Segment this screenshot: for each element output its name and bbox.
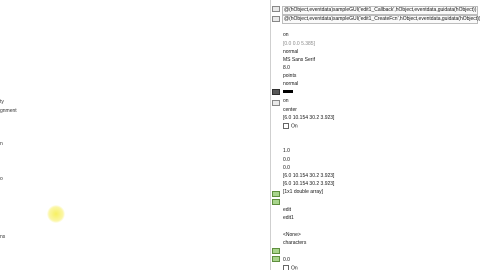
visible-row[interactable]: On [283, 265, 480, 270]
edit-callback-icon[interactable] [272, 16, 280, 22]
checkbox-label: On [291, 123, 298, 130]
property-icon-column [271, 0, 281, 270]
visible-checkbox[interactable] [283, 265, 289, 270]
property-label: ns [0, 234, 6, 240]
position-value[interactable]: [6.0 10.154 30.2 3.923] [283, 181, 480, 188]
fontangle-value[interactable]: normal [283, 49, 480, 56]
checkbox-label: On [291, 265, 298, 270]
array-editor-icon[interactable] [272, 248, 280, 254]
createfcn-value[interactable]: @(hObject,eventdata)sampleGUI('edit1_Cre… [282, 15, 480, 24]
tooltip-value[interactable]: <None> [283, 232, 480, 239]
horizontalalignment-value[interactable]: center [283, 107, 480, 114]
property-value-column: @(hObject,eventdata)sampleGUI('edit1_Cal… [281, 0, 480, 270]
callback-value[interactable]: @(hObject,eventdata)sampleGUI('edit1_Cal… [282, 6, 478, 15]
foreground-color-value[interactable] [283, 89, 480, 96]
property-label: ty [0, 99, 4, 105]
property-name-column: ty gnment n o ns [0, 0, 270, 270]
extent-value: [0.0 0.0 5.385] [283, 41, 315, 47]
tag-value[interactable]: edit1 [283, 215, 480, 222]
enable-value[interactable]: on [283, 32, 480, 39]
color-picker-icon[interactable] [272, 89, 280, 95]
mouse-cursor-highlight [47, 205, 65, 223]
property-label: gnment [0, 108, 17, 114]
sliderstep-value[interactable]: [1x1 double array] [283, 189, 480, 196]
property-label: o [0, 176, 3, 182]
min-value[interactable]: 0.0 [283, 157, 480, 164]
color-swatch [283, 90, 293, 94]
array-editor-icon[interactable] [272, 191, 280, 197]
other-value[interactable]: 0.0 [283, 165, 480, 172]
units-value[interactable]: characters [283, 240, 480, 247]
max-value[interactable]: 1.0 [283, 148, 480, 155]
handlevisibility-value[interactable]: on [283, 98, 480, 105]
interruptible-checkbox[interactable] [283, 123, 289, 129]
fontsize-value[interactable]: 8.0 [283, 65, 480, 72]
value-value[interactable]: 0.0 [283, 257, 480, 264]
fontname-value[interactable]: MS Sans Serif [283, 57, 480, 64]
outerposition-value[interactable]: [6.0 10.154 30.2 3.923] [283, 173, 480, 180]
fontunits-value[interactable]: points [283, 73, 480, 80]
array-editor-icon[interactable] [272, 256, 280, 262]
fontweight-value[interactable]: normal [283, 81, 480, 88]
edit-callback-icon[interactable] [272, 6, 280, 12]
style-value[interactable]: edit [283, 207, 480, 214]
edit-callback-icon[interactable] [272, 100, 280, 106]
property-label: n [0, 141, 3, 147]
position-row-1[interactable]: [6.0 10.154 30.2 3.923] [283, 115, 480, 122]
array-editor-icon[interactable] [272, 199, 280, 205]
interruptible-row[interactable]: On [283, 123, 480, 130]
